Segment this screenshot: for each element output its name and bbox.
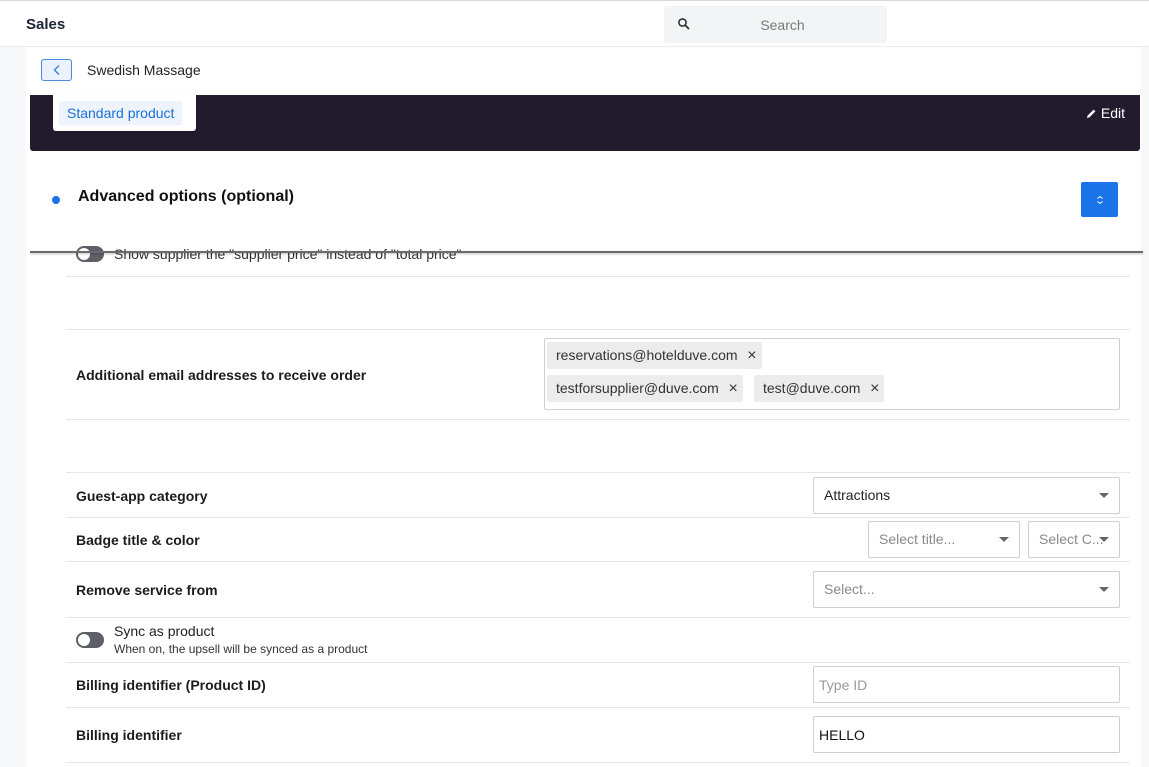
badge-label: Badge title & color xyxy=(76,532,200,548)
page-title: Swedish Massage xyxy=(87,62,201,78)
supplier-price-toggle[interactable] xyxy=(76,246,104,262)
section-divider xyxy=(30,251,1143,253)
email-tags-input[interactable]: reservations@hotelduve.com × testforsupp… xyxy=(544,338,1120,410)
remove-tag-icon[interactable]: × xyxy=(747,342,756,369)
sync-product-subtitle: When on, the upsell will be synced as a … xyxy=(114,642,368,656)
remove-service-placeholder: Select... xyxy=(824,581,875,597)
billing-identifier-row: Billing identifier xyxy=(66,708,1130,763)
edit-label: Edit xyxy=(1100,105,1125,121)
search-input[interactable] xyxy=(664,6,887,43)
billing-identifier-input[interactable] xyxy=(813,716,1120,753)
badge-color-placeholder: Select C... xyxy=(1039,531,1104,547)
supplier-price-row: Show supplier the "supplier price" inste… xyxy=(66,242,1130,277)
billing-identifier-label: Billing identifier xyxy=(76,727,182,743)
product-type-chip[interactable]: Standard product xyxy=(59,101,183,125)
product-type-card: Standard product xyxy=(53,95,196,131)
product-banner: Standard product Edit xyxy=(30,95,1140,151)
sync-product-toggle[interactable] xyxy=(76,632,104,648)
email-tag-text: test@duve.com xyxy=(763,380,861,396)
collapse-button[interactable] xyxy=(1081,182,1118,217)
section-title: Advanced options (optional) xyxy=(78,188,294,205)
guest-app-category-value: Attractions xyxy=(824,487,891,503)
email-addresses-row: Additional email addresses to receive or… xyxy=(66,329,1130,420)
badge-title-select[interactable]: Select title... xyxy=(868,521,1020,558)
email-addresses-label: Additional email addresses to receive or… xyxy=(76,367,367,383)
chevron-down-icon xyxy=(1099,537,1109,542)
top-bar: Sales xyxy=(0,0,1149,47)
edit-button[interactable]: Edit xyxy=(1086,105,1125,121)
remove-service-select[interactable]: Select... xyxy=(813,571,1120,608)
chevron-down-icon xyxy=(1099,493,1109,498)
collapse-icon xyxy=(1096,195,1103,204)
chevron-left-icon xyxy=(53,65,59,75)
advanced-options-header: Advanced options (optional) xyxy=(30,151,1141,252)
email-tag: reservations@hotelduve.com × xyxy=(547,342,762,369)
sync-product-title: Sync as product xyxy=(114,623,215,639)
guest-app-category-label: Guest-app category xyxy=(76,488,208,504)
email-tag-text: testforsupplier@duve.com xyxy=(556,380,719,396)
remove-service-label: Remove service from xyxy=(76,582,218,598)
badge-color-select[interactable]: Select C... xyxy=(1028,521,1120,558)
remove-tag-icon[interactable]: × xyxy=(870,375,879,402)
remove-tag-icon[interactable]: × xyxy=(729,375,738,402)
pencil-icon xyxy=(1086,109,1096,118)
billing-product-id-label: Billing identifier (Product ID) xyxy=(76,677,266,693)
guest-app-category-row: Guest-app category Attractions xyxy=(66,472,1130,518)
sync-product-row: Sync as product When on, the upsell will… xyxy=(66,618,1130,663)
right-gutter xyxy=(1141,47,1149,767)
chevron-down-icon xyxy=(1099,587,1109,592)
remove-service-row: Remove service from Select... xyxy=(66,562,1130,618)
guest-app-category-select[interactable]: Attractions xyxy=(813,477,1120,514)
section-bullet xyxy=(52,196,60,204)
left-gutter xyxy=(0,47,26,767)
badge-title-placeholder: Select title... xyxy=(879,531,956,547)
email-tag: test@duve.com × xyxy=(754,375,885,402)
email-tag-text: reservations@hotelduve.com xyxy=(556,347,738,363)
email-tag: testforsupplier@duve.com × xyxy=(547,375,743,402)
app-title: Sales xyxy=(26,16,66,33)
billing-product-id-row: Billing identifier (Product ID) xyxy=(66,663,1130,708)
badge-row: Badge title & color Select title... Sele… xyxy=(66,518,1130,562)
search-box[interactable] xyxy=(664,6,887,43)
back-button[interactable] xyxy=(41,59,72,81)
chevron-down-icon xyxy=(999,537,1009,542)
page-header: Swedish Massage xyxy=(26,47,1141,95)
supplier-price-label: Show supplier the "supplier price" inste… xyxy=(114,246,462,262)
billing-product-id-input[interactable] xyxy=(813,666,1120,703)
